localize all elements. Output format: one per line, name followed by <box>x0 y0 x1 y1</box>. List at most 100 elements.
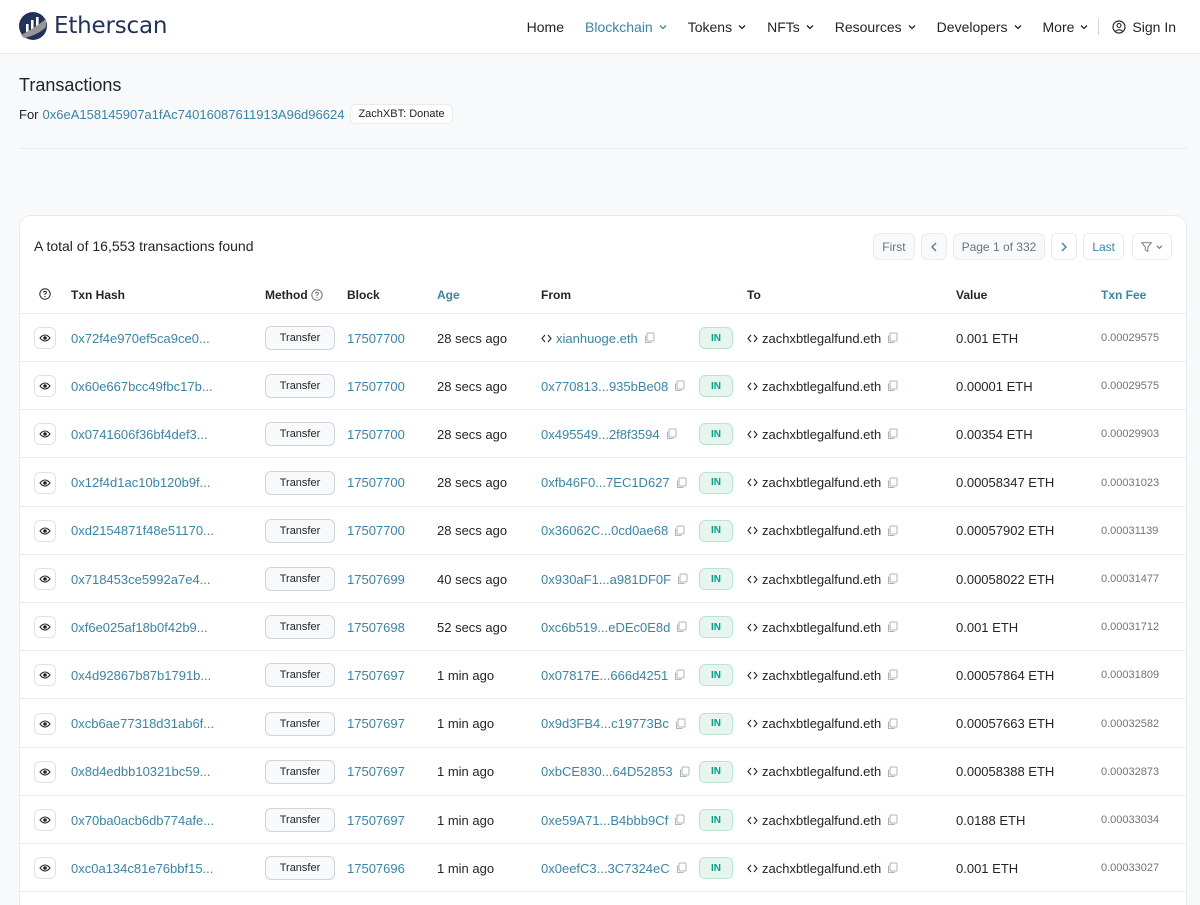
block-link[interactable]: 17507700 <box>347 523 405 538</box>
nav-tokens[interactable]: Tokens <box>688 19 746 35</box>
copy-icon[interactable] <box>887 428 898 440</box>
from-address-link[interactable]: 0xfb46F0...7EC1D627 <box>541 475 670 490</box>
prev-page-button[interactable] <box>920 233 947 260</box>
view-details-button[interactable] <box>34 760 56 783</box>
block-link[interactable]: 17507700 <box>347 331 405 346</box>
etherscan-logo[interactable]: Etherscan <box>18 9 167 43</box>
copy-icon[interactable] <box>887 718 898 730</box>
nav-home[interactable]: Home <box>527 19 564 35</box>
block-link[interactable]: 17507697 <box>347 764 405 779</box>
txn-hash-link[interactable]: 0x72f4e970ef5ca9ce0... <box>71 331 210 346</box>
block-link[interactable]: 17507697 <box>347 813 405 828</box>
txn-hash-link[interactable]: 0xc0a134c81e76bbf15... <box>71 861 213 876</box>
txn-hash-link[interactable]: 0xf6e025af18b0f42b9... <box>71 620 208 635</box>
copy-icon[interactable] <box>887 332 898 344</box>
txn-hash-link[interactable]: 0xcb6ae77318d31ab6f... <box>71 716 214 731</box>
to-address-link[interactable]: zachxbtlegalfund.eth <box>762 331 881 346</box>
view-details-button[interactable] <box>34 471 56 494</box>
txn-hash-link[interactable]: 0x718453ce5992a7e4... <box>71 572 211 587</box>
view-details-button[interactable] <box>34 809 56 831</box>
copy-icon[interactable] <box>676 477 687 489</box>
view-details-button[interactable] <box>34 375 56 398</box>
copy-icon[interactable] <box>674 380 685 392</box>
from-address-link[interactable]: 0x9d3FB4...c19773Bc <box>541 716 669 731</box>
copy-icon[interactable] <box>666 428 677 440</box>
to-address-link[interactable]: zachxbtlegalfund.eth <box>762 813 881 828</box>
from-address-link[interactable]: 0x0eefC3...3C7324eC <box>541 861 670 876</box>
from-address-link[interactable]: 0x36062C...0cd0ae68 <box>541 523 668 538</box>
view-details-button[interactable] <box>34 519 56 542</box>
to-address-link[interactable]: zachxbtlegalfund.eth <box>762 716 881 731</box>
copy-icon[interactable] <box>676 862 687 874</box>
to-address-link[interactable]: zachxbtlegalfund.eth <box>762 668 881 683</box>
txn-hash-link[interactable]: 0x60e667bcc49fbc17b... <box>71 379 213 394</box>
block-link[interactable]: 17507700 <box>347 475 405 490</box>
txn-hash-link[interactable]: 0x8d4edbb10321bc59... <box>71 764 211 779</box>
view-details-button[interactable] <box>34 712 56 735</box>
view-details-button[interactable] <box>34 616 56 639</box>
to-address-link[interactable]: zachxbtlegalfund.eth <box>762 379 881 394</box>
copy-icon[interactable] <box>887 814 898 826</box>
view-details-button[interactable] <box>34 327 56 349</box>
to-address-link[interactable]: zachxbtlegalfund.eth <box>762 861 881 876</box>
copy-icon[interactable] <box>644 332 655 344</box>
view-details-button[interactable] <box>34 423 56 446</box>
from-address-link[interactable]: 0x07817E...666d4251 <box>541 668 668 683</box>
to-address-link[interactable]: zachxbtlegalfund.eth <box>762 523 881 538</box>
first-page-button[interactable]: First <box>873 233 915 260</box>
block-link[interactable]: 17507698 <box>347 620 405 635</box>
block-link[interactable]: 17507700 <box>347 427 405 442</box>
to-address-link[interactable]: zachxbtlegalfund.eth <box>762 427 881 442</box>
from-address-link[interactable]: 0x930aF1...a981DF0F <box>541 572 671 587</box>
to-address-link[interactable]: zachxbtlegalfund.eth <box>762 475 881 490</box>
txn-hash-link[interactable]: 0x0741606f36bf4def3... <box>71 427 208 442</box>
txn-hash-link[interactable]: 0x70ba0acb6db774afe... <box>71 813 214 828</box>
txn-hash-link[interactable]: 0x4d92867b87b1791b... <box>71 668 211 683</box>
block-link[interactable]: 17507696 <box>347 861 405 876</box>
copy-icon[interactable] <box>679 766 690 778</box>
from-address-link[interactable]: 0xe59A71...B4bbb9Cf <box>541 813 668 828</box>
next-page-button[interactable] <box>1051 233 1078 260</box>
question-circle-icon[interactable] <box>310 289 323 301</box>
from-address-link[interactable]: 0xc6b519...eDEc0E8d <box>541 620 670 635</box>
block-link[interactable]: 17507699 <box>347 572 405 587</box>
from-address-link[interactable]: 0xbCE830...64D52853 <box>541 764 673 779</box>
copy-icon[interactable] <box>887 380 898 392</box>
block-link[interactable]: 17507697 <box>347 716 405 731</box>
address-link[interactable]: 0x6eA158145907a1fAc74016087611913A96d966… <box>43 107 345 122</box>
copy-icon[interactable] <box>674 669 685 681</box>
sign-in-link[interactable]: Sign In <box>1112 19 1176 35</box>
to-address-link[interactable]: zachxbtlegalfund.eth <box>762 620 881 635</box>
copy-icon[interactable] <box>676 621 687 633</box>
from-address-link[interactable]: 0x495549...2f8f3594 <box>541 427 660 442</box>
txn-hash-link[interactable]: 0xd2154871f48e51170... <box>71 523 214 538</box>
copy-icon[interactable] <box>887 477 898 489</box>
nav-more[interactable]: More <box>1043 19 1089 35</box>
block-link[interactable]: 17507697 <box>347 668 405 683</box>
column-help[interactable] <box>39 288 51 300</box>
copy-icon[interactable] <box>887 766 898 778</box>
copy-icon[interactable] <box>674 525 685 537</box>
copy-icon[interactable] <box>887 621 898 633</box>
last-page-button[interactable]: Last <box>1083 233 1124 260</box>
nav-developers[interactable]: Developers <box>937 19 1022 35</box>
block-link[interactable]: 17507700 <box>347 379 405 394</box>
to-address-link[interactable]: zachxbtlegalfund.eth <box>762 572 881 587</box>
copy-icon[interactable] <box>887 573 898 585</box>
header-age[interactable]: Age <box>437 288 460 302</box>
copy-icon[interactable] <box>887 525 898 537</box>
txn-hash-link[interactable]: 0x12f4d1ac10b120b9f... <box>71 475 211 490</box>
copy-icon[interactable] <box>677 573 688 585</box>
nav-nfts[interactable]: NFTs <box>767 19 814 35</box>
view-details-button[interactable] <box>34 857 56 880</box>
nav-resources[interactable]: Resources <box>835 19 916 35</box>
copy-icon[interactable] <box>674 814 685 826</box>
filter-button[interactable] <box>1132 233 1172 260</box>
view-details-button[interactable] <box>34 664 56 687</box>
copy-icon[interactable] <box>887 669 898 681</box>
nav-blockchain[interactable]: Blockchain <box>585 19 667 35</box>
view-details-button[interactable] <box>34 568 56 590</box>
from-address-link[interactable]: 0x770813...935bBe08 <box>541 379 668 394</box>
header-txn-fee[interactable]: Txn Fee <box>1101 288 1146 302</box>
from-address-link[interactable]: xianhuoge.eth <box>556 331 638 346</box>
